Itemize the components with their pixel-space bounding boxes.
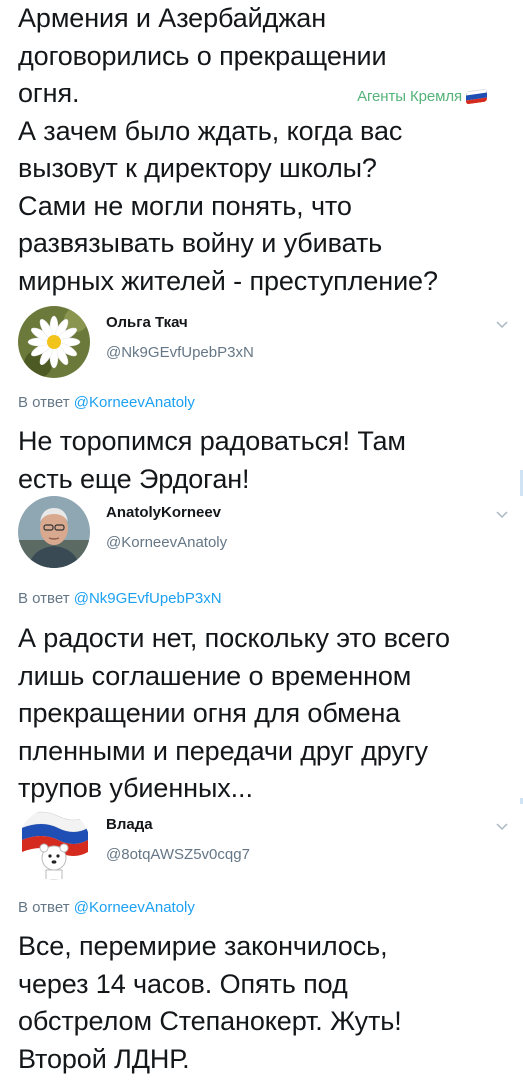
flag-bear-avatar[interactable] [18,808,90,880]
tweet-4-line: обстрелом Степанокерт. Жуть! [18,1006,402,1036]
tweet-2-header[interactable]: Ольга Ткач @Nk9GEvfUpebP3xN [18,306,518,380]
tweet-4-header[interactable]: Влада @8otqAWSZ5v0cqg7 [18,808,518,882]
reply-prefix: В ответ [18,590,74,607]
reply-to-link[interactable]: @KorneevAnatoly [74,394,195,411]
tweet-1-text: Армения и Азербайджан договорились о пре… [0,0,523,300]
tweet-2-line: Не торопимся радоваться! Там [18,426,406,456]
reply-to: В ответ @KorneevAnatoly [18,394,195,411]
man-avatar[interactable] [18,496,90,568]
tweet-1-line: развязывать войну и убивать [18,228,383,258]
tweet-4-text: Все, перемирие закончилось, через 14 час… [0,928,523,1078]
tweet-1-line-with-badge: огня. Агенты Кремля [18,75,523,113]
tweet-2-text: Не торопимся радоваться! Там есть еще Эр… [0,423,523,498]
reply-to: В ответ @Nk9GEvfUpebP3xN [18,590,222,607]
tweet-1-line: огня. [18,78,80,108]
tweet-1-line: договорились о прекращении [18,40,387,71]
tweet-4-line: через 14 часов. Опять под [18,968,348,999]
tweet-1-line: вызовут к директору школы? [18,153,377,183]
reply-prefix: В ответ [18,394,74,411]
tweet-3-line: лишь соглашение о временном [18,660,412,691]
reply-to-link[interactable]: @KorneevAnatoly [74,899,195,916]
chevron-down-icon[interactable] [494,506,510,522]
tweet-3-header[interactable]: AnatolyKorneev @KorneevAnatoly [18,496,518,570]
tweet-4-line: Второй ЛДНР. [18,1043,190,1074]
daisy-avatar[interactable] [18,306,90,378]
author-handle[interactable]: @KorneevAnatoly [106,534,227,551]
agents-badge: Агенты Кремля [357,87,487,107]
tweet-1-line: Армения и Азербайджан [18,3,327,33]
chevron-down-icon[interactable] [494,818,510,834]
chevron-down-icon[interactable] [494,316,510,332]
tweet-1-line: А зачем было ждать, когда вас [18,115,403,146]
tweet-3-text: А радости нет, поскольку это всего лишь … [0,620,523,808]
author-handle[interactable]: @8otqAWSZ5v0cqg7 [106,846,250,863]
tweet-1-line: Сами не могли понять, что [18,190,352,221]
author-handle[interactable]: @Nk9GEvfUpebP3xN [106,344,254,361]
reply-to-link[interactable]: @Nk9GEvfUpebP3xN [74,590,222,607]
reply-to: В ответ @KorneevAnatoly [18,899,195,916]
tweet-3-line: трупов убиенных... [18,773,253,803]
tweet-3-line: прекращении огня для обмена [18,698,401,728]
author-name[interactable]: Влада [106,816,153,833]
reply-prefix: В ответ [18,899,74,916]
russia-flag-icon [466,88,487,105]
tweet-4-line: Все, перемирие закончилось, [18,931,388,961]
tweet-2-line: есть еще Эрдоган! [18,463,250,494]
tweet-3-line: А радости нет, поскольку это всего [18,623,450,653]
tweet-1-line: мирных жителей - преступление? [18,265,438,296]
tweet-3-line: пленными и передачи друг другу [18,735,428,766]
author-name[interactable]: Ольга Ткач [106,314,188,331]
author-name[interactable]: AnatolyKorneev [106,504,221,521]
agents-label: Агенты Кремля [357,87,462,105]
